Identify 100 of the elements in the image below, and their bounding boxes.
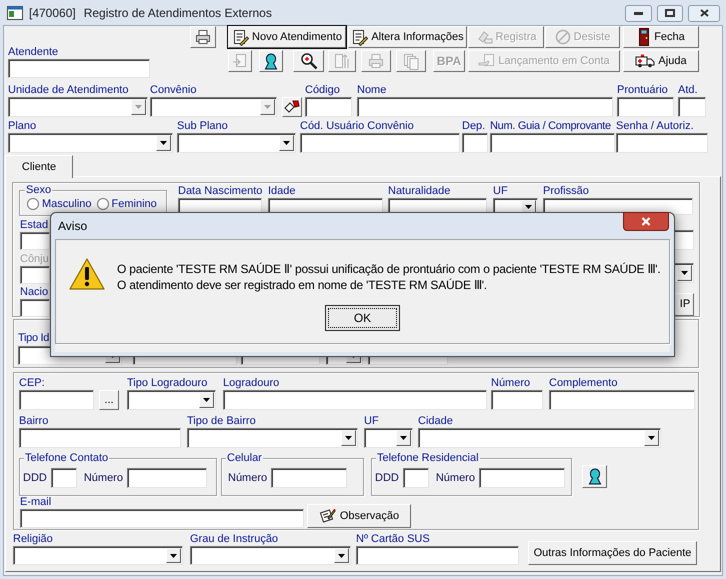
- toolbar-button[interactable]: Altera Informações: [348, 26, 467, 48]
- radio-button[interactable]: [27, 198, 39, 210]
- toolbar-button[interactable]: [190, 26, 216, 48]
- input-field[interactable]: [678, 97, 706, 117]
- field-label: Unidade de Atendimento: [8, 84, 130, 97]
- dropdown[interactable]: [418, 428, 661, 448]
- input-field[interactable]: [357, 97, 613, 117]
- input-field[interactable]: [478, 468, 565, 488]
- field-label: E-mail: [20, 496, 52, 509]
- input-field[interactable]: [19, 390, 94, 410]
- input-field[interactable]: [305, 97, 352, 117]
- input-field[interactable]: [20, 266, 50, 284]
- field-label: Sub Plano: [177, 120, 229, 133]
- input-field[interactable]: [673, 230, 694, 250]
- document-pen-icon: [232, 28, 250, 46]
- caret-icon: [338, 554, 345, 558]
- caret-icon: [283, 141, 290, 145]
- dialog-title: Aviso: [58, 218, 88, 235]
- field-label: UF: [493, 185, 509, 198]
- close-icon: [700, 9, 708, 17]
- dropdown[interactable]: [8, 97, 148, 117]
- minimize-button[interactable]: [625, 4, 652, 22]
- input-field[interactable]: [462, 133, 488, 153]
- dropdown[interactable]: [190, 546, 351, 565]
- input-field[interactable]: [20, 509, 304, 528]
- field-label: Profissão: [543, 185, 590, 198]
- maximize-button[interactable]: [657, 4, 683, 22]
- field-label: Convênio: [150, 84, 198, 97]
- toolbar-button[interactable]: [293, 50, 324, 72]
- field-label: Idade: [268, 185, 297, 198]
- toolbar-button[interactable]: Ajuda: [623, 50, 699, 72]
- window-id: [470060]: [29, 5, 76, 22]
- toolbar-button[interactable]: Fecha: [623, 26, 699, 48]
- field-label: Senha / Autoriz.: [616, 120, 695, 133]
- window-title: Registro de Atendimentos Externos: [84, 5, 272, 22]
- dropdown[interactable]: [127, 390, 216, 410]
- field-label: Nome: [357, 84, 388, 97]
- document-arrow-icon: [232, 53, 248, 69]
- input-field[interactable]: [356, 546, 519, 565]
- caret-icon: [135, 105, 142, 109]
- radio-button[interactable]: [96, 198, 109, 210]
- input-field[interactable]: [549, 390, 695, 410]
- field-label: Complemento: [549, 377, 618, 390]
- input-field[interactable]: [223, 390, 487, 410]
- field-label: Nº Cartão SUS: [356, 533, 431, 546]
- field-label: Cidade: [418, 415, 454, 428]
- ok-button[interactable]: OK: [325, 305, 400, 331]
- input-field[interactable]: [126, 468, 207, 488]
- tab[interactable]: Cliente: [5, 155, 73, 178]
- input-field[interactable]: [19, 428, 181, 448]
- caret-icon: [648, 436, 655, 440]
- input-field[interactable]: [616, 133, 708, 153]
- observation-button[interactable]: Observação: [307, 504, 411, 528]
- toolbar-button[interactable]: [259, 50, 283, 72]
- dropdown[interactable]: [673, 263, 694, 283]
- input-field[interactable]: [300, 133, 460, 153]
- input-field[interactable]: [20, 299, 50, 317]
- caret-icon: [160, 141, 167, 145]
- dialog-message: O paciente 'TESTE RM SAÚDE Ⅱ' possui unificação de prontuário com o paciente 'TESTE RM SAÚDE Ⅲ'.: [117, 261, 661, 277]
- toolbar-button[interactable]: Novo Atendimento: [228, 26, 346, 48]
- window-icon: [7, 6, 23, 20]
- dropdown[interactable]: [13, 546, 183, 565]
- dropdown[interactable]: [187, 428, 358, 448]
- field-label: Religião: [13, 533, 54, 546]
- ambulance-icon: [635, 54, 656, 68]
- dropdown[interactable]: [177, 133, 296, 153]
- input-field[interactable]: [491, 390, 543, 410]
- dialog-message: O atendimento deve ser registrado em nome de 'TESTE RM SAÚDE Ⅲ'.: [117, 277, 488, 293]
- field-label: Grau de Instrução: [190, 533, 280, 546]
- dropdown[interactable]: [8, 133, 173, 153]
- caret-icon: [203, 398, 210, 402]
- input-field[interactable]: [402, 468, 429, 488]
- documents-icon: [403, 52, 419, 70]
- caret-icon: [345, 436, 352, 440]
- stamp-button[interactable]: [282, 97, 302, 117]
- input-field[interactable]: [617, 97, 674, 117]
- input-field[interactable]: [50, 468, 77, 488]
- field-label: Num. Guia / Comprovante: [490, 120, 612, 133]
- field-label: Tipo Id: [18, 332, 50, 345]
- field-label: Atd.: [678, 84, 699, 97]
- input-field[interactable]: [271, 468, 348, 488]
- contact-button[interactable]: [582, 465, 607, 488]
- close-button[interactable]: [623, 212, 669, 231]
- browse-button[interactable]: ...: [99, 390, 119, 410]
- field-label: DDD: [23, 472, 47, 484]
- input-field[interactable]: [8, 59, 150, 78]
- input-field[interactable]: [20, 232, 50, 250]
- field-label: Dep.: [462, 120, 486, 133]
- printer-icon: [368, 53, 384, 69]
- warning-icon: [69, 258, 105, 290]
- button[interactable]: IP: [673, 293, 694, 316]
- field-label: Cônju: [20, 253, 50, 266]
- close-button[interactable]: [688, 4, 720, 22]
- patient-info-button[interactable]: Outras Informações do Paciente: [528, 541, 697, 565]
- dropdown[interactable]: [364, 428, 413, 448]
- field-label: Número: [228, 472, 268, 484]
- input-field[interactable]: [490, 133, 615, 153]
- radio-label: Masculino: [42, 198, 92, 210]
- field-label: UF: [364, 415, 380, 428]
- dropdown[interactable]: [150, 97, 277, 117]
